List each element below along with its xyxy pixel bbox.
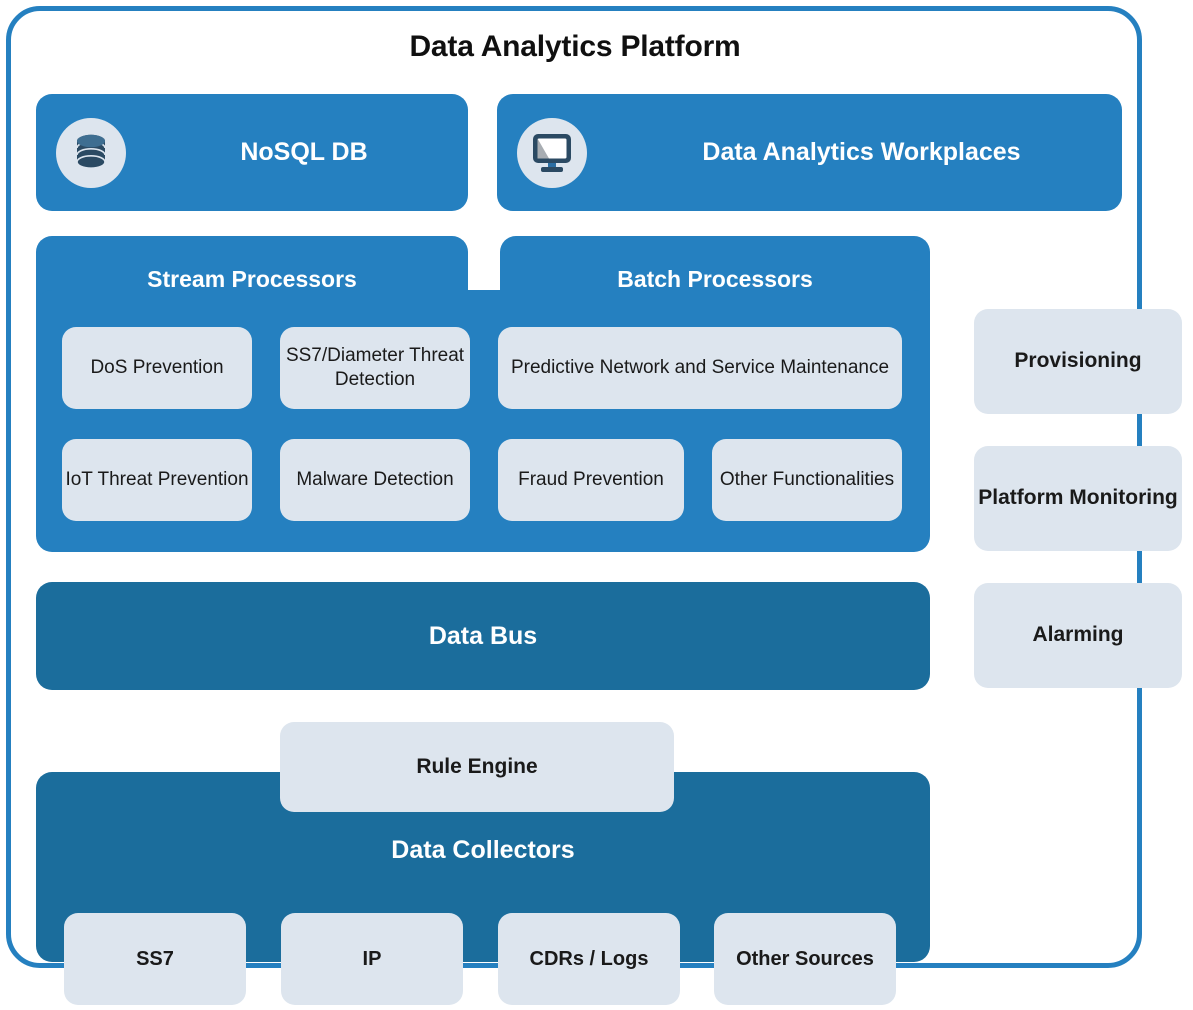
ss7-diameter-threat-detection-box[interactable]: SS7/Diameter Threat Detection [280, 327, 470, 409]
source-other-sources-box[interactable]: Other Sources [714, 913, 896, 1005]
dos-prevention-box[interactable]: DoS Prevention [62, 327, 252, 409]
fraud-prevention-box[interactable]: Fraud Prevention [498, 439, 684, 521]
source-cdrs-logs-label: CDRs / Logs [529, 947, 649, 970]
alarming-label: Alarming [1032, 623, 1124, 647]
platform-monitoring-label: Platform Monitoring [978, 486, 1178, 510]
malware-detection-label: Malware Detection [296, 469, 454, 491]
data-bus-box[interactable]: Data Bus [36, 582, 930, 690]
nosql-db-label: NoSQL DB [240, 138, 368, 166]
provisioning-box[interactable]: Provisioning [974, 309, 1182, 414]
predictive-network-service-maintenance-label: Predictive Network and Service Maintenan… [510, 357, 890, 379]
source-ip-box[interactable]: IP [281, 913, 463, 1005]
monitor-icon [517, 117, 587, 188]
page-title: Data Analytics Platform [409, 30, 741, 63]
source-other-sources-label: Other Sources [736, 947, 874, 970]
ss7-diameter-threat-detection-label: SS7/Diameter Threat Detection [285, 345, 465, 390]
provisioning-label: Provisioning [1014, 349, 1142, 373]
batch-processors-title: Batch Processors [617, 266, 813, 292]
data-collectors-label: Data Collectors [391, 836, 575, 864]
predictive-network-service-maintenance-box[interactable]: Predictive Network and Service Maintenan… [498, 327, 902, 409]
nosql-db-box[interactable]: NoSQL DB [36, 94, 468, 211]
other-functionalities-label: Other Functionalities [719, 469, 895, 491]
data-analytics-workplaces-label: Data Analytics Workplaces [702, 138, 1021, 166]
other-functionalities-box[interactable]: Other Functionalities [712, 439, 902, 521]
alarming-box[interactable]: Alarming [974, 583, 1182, 688]
data-analytics-workplaces-box[interactable]: Data Analytics Workplaces [497, 94, 1122, 211]
data-bus-label: Data Bus [428, 621, 538, 650]
malware-detection-box[interactable]: Malware Detection [280, 439, 470, 521]
source-ss7-label: SS7 [136, 947, 174, 970]
source-ss7-box[interactable]: SS7 [64, 913, 246, 1005]
rule-engine-label: Rule Engine [416, 754, 538, 778]
diagram-canvas: Data Analytics Platform NoSQL DB Data An… [0, 0, 1193, 1010]
iot-threat-prevention-label: IoT Threat Prevention [65, 469, 249, 491]
rule-engine-box[interactable]: Rule Engine [280, 722, 674, 812]
source-cdrs-logs-box[interactable]: CDRs / Logs [498, 913, 680, 1005]
fraud-prevention-label: Fraud Prevention [518, 469, 664, 491]
stream-processors-title: Stream Processors [147, 266, 357, 292]
iot-threat-prevention-box[interactable]: IoT Threat Prevention [62, 439, 252, 521]
platform-monitoring-box[interactable]: Platform Monitoring [974, 446, 1182, 551]
database-icon [56, 117, 126, 188]
source-ip-label: IP [362, 947, 382, 970]
dos-prevention-label: DoS Prevention [90, 357, 224, 379]
